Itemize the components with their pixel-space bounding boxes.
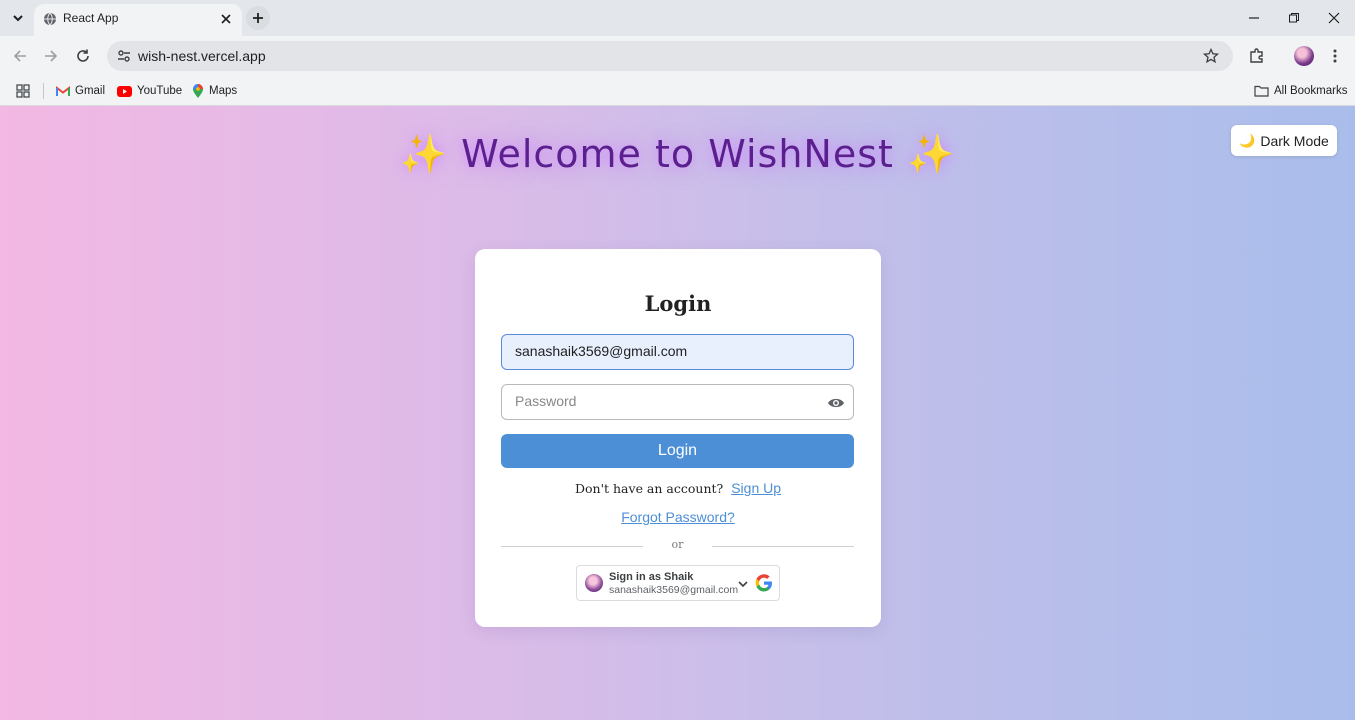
tab-strip: React App bbox=[0, 0, 1355, 36]
bookmark-maps[interactable]: Maps bbox=[192, 81, 237, 101]
password-placeholder: Password bbox=[515, 393, 577, 409]
login-title: Login bbox=[644, 291, 712, 316]
forgot-password-link[interactable]: Forgot Password? bbox=[475, 509, 881, 525]
apps-grid-icon[interactable] bbox=[15, 81, 36, 101]
no-account-text: Don't have an account? bbox=[574, 481, 724, 496]
password-field[interactable]: Password bbox=[501, 384, 854, 420]
restore-icon[interactable] bbox=[1282, 6, 1306, 30]
close-window-icon[interactable] bbox=[1322, 6, 1346, 30]
forward-arrow-icon[interactable] bbox=[39, 44, 63, 68]
avatar bbox=[585, 574, 603, 592]
chevron-down-icon bbox=[738, 581, 748, 588]
page-title-text: Welcome to WishNest bbox=[461, 132, 894, 176]
close-tab-icon[interactable] bbox=[217, 10, 235, 28]
globe-icon bbox=[44, 12, 56, 26]
or-text: or bbox=[671, 538, 684, 551]
or-divider: or bbox=[501, 538, 854, 554]
email-value: sanashaik3569@gmail.com bbox=[515, 343, 688, 359]
back-arrow-icon[interactable] bbox=[8, 44, 32, 68]
bookmark-gmail[interactable]: Gmail bbox=[56, 81, 105, 101]
bookmark-label: Maps bbox=[209, 85, 238, 97]
login-button[interactable]: Login bbox=[501, 434, 854, 468]
minimize-icon[interactable] bbox=[1242, 6, 1266, 30]
browser-tab[interactable]: React App bbox=[34, 4, 242, 36]
bookmark-youtube[interactable]: YouTube bbox=[117, 81, 182, 101]
url-text[interactable]: wish-nest.vercel.app bbox=[138, 48, 266, 64]
maps-icon bbox=[193, 83, 203, 98]
moon-icon: 🌙 bbox=[1239, 132, 1256, 148]
google-email: sanashaik3569@gmail.com bbox=[609, 584, 739, 596]
bookmark-label: YouTube bbox=[137, 85, 183, 97]
page-title: ✨ Welcome to WishNest ✨ bbox=[0, 132, 1355, 177]
extensions-puzzle-icon[interactable] bbox=[1245, 44, 1269, 68]
folder-icon bbox=[1254, 85, 1269, 97]
sparkle-icon: ✨ bbox=[907, 132, 956, 176]
email-field[interactable]: sanashaik3569@gmail.com bbox=[501, 334, 854, 370]
page-background: ✨ Welcome to WishNest ✨ 🌙 Dark Mode Logi… bbox=[0, 106, 1355, 720]
bookmark-label: Gmail bbox=[75, 85, 106, 97]
tab-title: React App bbox=[63, 11, 119, 25]
avatar bbox=[1294, 46, 1314, 66]
google-logo-icon bbox=[755, 574, 772, 592]
all-bookmarks[interactable]: All Bookmarks bbox=[1254, 81, 1348, 101]
youtube-icon bbox=[117, 85, 132, 97]
all-bookmarks-label: All Bookmarks bbox=[1274, 85, 1348, 97]
signup-prompt: Don't have an account? Sign Up bbox=[475, 480, 881, 496]
gmail-icon bbox=[56, 85, 70, 96]
profile-avatar[interactable] bbox=[1292, 44, 1316, 68]
bookmark-star-icon[interactable] bbox=[1201, 46, 1221, 66]
google-signin-button[interactable]: Sign in as Shaik sanashaik3569@gmail.com bbox=[576, 565, 780, 601]
browser-toolbar: wish-nest.vercel.app bbox=[0, 36, 1355, 76]
bookmarks-bar: Gmail YouTube Maps All Bookmarks bbox=[0, 76, 1355, 106]
new-tab-plus-icon[interactable] bbox=[246, 6, 270, 30]
bookmarks-divider bbox=[43, 83, 44, 99]
site-settings-icon[interactable] bbox=[113, 45, 135, 67]
dark-mode-button[interactable]: 🌙 Dark Mode bbox=[1231, 125, 1337, 156]
sparkle-icon: ✨ bbox=[399, 132, 448, 176]
login-card: Login sanashaik3569@gmail.com Password L… bbox=[475, 249, 881, 627]
reload-icon[interactable] bbox=[71, 44, 95, 68]
dark-mode-label: Dark Mode bbox=[1260, 132, 1329, 149]
address-bar[interactable]: wish-nest.vercel.app bbox=[107, 41, 1233, 71]
google-signin-label: Sign in as Shaik bbox=[609, 571, 694, 583]
tab-search-chevron-icon[interactable] bbox=[6, 6, 30, 30]
sign-up-link[interactable]: Sign Up bbox=[731, 480, 781, 496]
more-menu-icon[interactable] bbox=[1323, 44, 1347, 68]
show-password-eye-icon[interactable] bbox=[826, 393, 846, 413]
